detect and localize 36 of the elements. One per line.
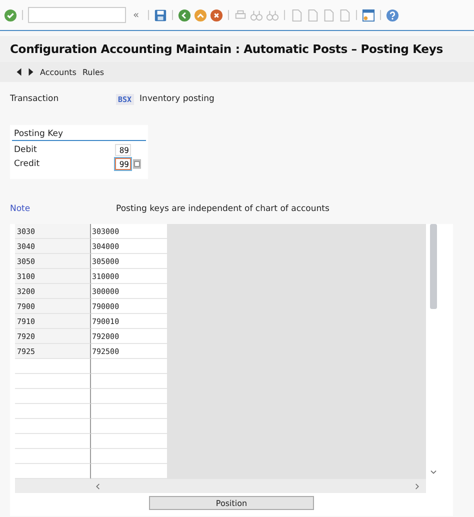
- collapse-toggle[interactable]: «: [133, 10, 140, 20]
- exit-icon[interactable]: [194, 8, 208, 22]
- page-icon[interactable]: [290, 8, 304, 22]
- help-icon[interactable]: [386, 8, 400, 22]
- binoculars-icon[interactable]: [250, 8, 264, 22]
- right-chevron-icon[interactable]: [415, 482, 420, 490]
- command-field[interactable]: [28, 7, 126, 23]
- check-icon[interactable]: [4, 8, 17, 22]
- layout-icon[interactable]: [362, 8, 376, 22]
- page-icon[interactable]: [306, 8, 320, 22]
- note-text: Posting keys are independent of chart of accounts: [116, 204, 330, 214]
- save-icon[interactable]: [154, 8, 168, 22]
- nav-link[interactable]: Accounts: [40, 68, 76, 76]
- page-icon[interactable]: [322, 8, 336, 22]
- scroll-thumb[interactable]: [430, 224, 436, 309]
- down-chevron-icon[interactable]: [430, 470, 436, 475]
- right-arrow-icon[interactable]: [28, 68, 34, 76]
- page-icon[interactable]: [338, 8, 352, 22]
- position-button[interactable]: Position: [149, 496, 314, 510]
- transaction-description: Inventory posting: [140, 94, 214, 104]
- nav-link[interactable]: Rules: [82, 68, 104, 76]
- value-help-icon[interactable]: [133, 159, 141, 169]
- field-label: Debit: [14, 145, 38, 155]
- posting-key-field[interactable]: 99: [115, 158, 131, 170]
- transaction-label: Transaction: [10, 94, 60, 104]
- cancel-icon[interactable]: [210, 8, 224, 22]
- note-label: Note: [10, 204, 32, 214]
- left-arrow-icon[interactable]: [16, 68, 22, 76]
- horizontal-scrollbar[interactable]: [91, 479, 426, 493]
- binoculars-icon[interactable]: [266, 8, 280, 22]
- page-title: Configuration Accounting Maintain : Automatic Posts – Posting Keys: [10, 42, 443, 56]
- left-chevron-icon[interactable]: [95, 482, 100, 490]
- field-label: Credit: [14, 159, 41, 169]
- posting-key-heading: Posting Key: [12, 129, 146, 141]
- posting-key-field[interactable]: 89: [115, 144, 131, 156]
- back-icon[interactable]: [178, 8, 192, 22]
